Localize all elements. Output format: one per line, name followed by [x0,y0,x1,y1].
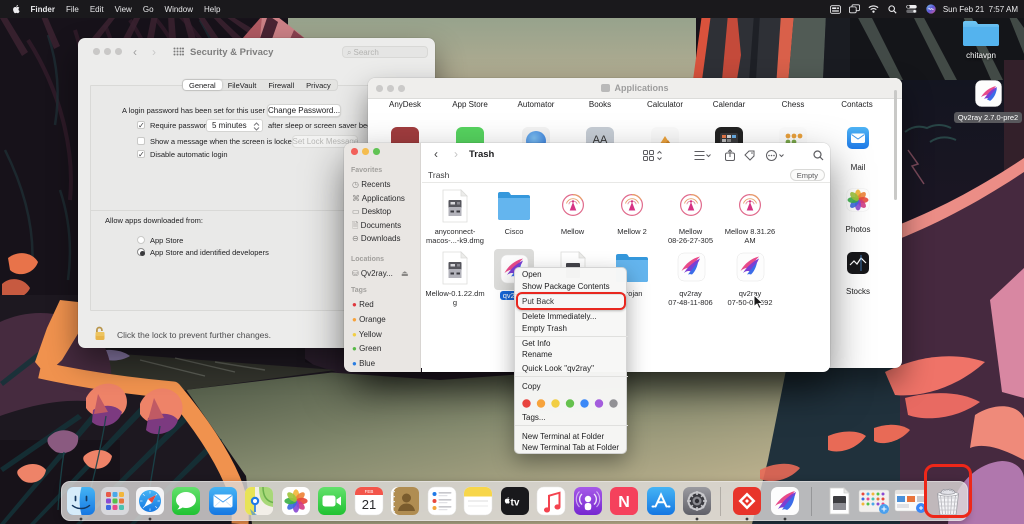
svg-text:tv: tv [511,498,520,509]
svg-text:21: 21 [362,497,376,512]
svg-text:FEB: FEB [365,489,374,494]
svg-text:N: N [618,494,630,511]
